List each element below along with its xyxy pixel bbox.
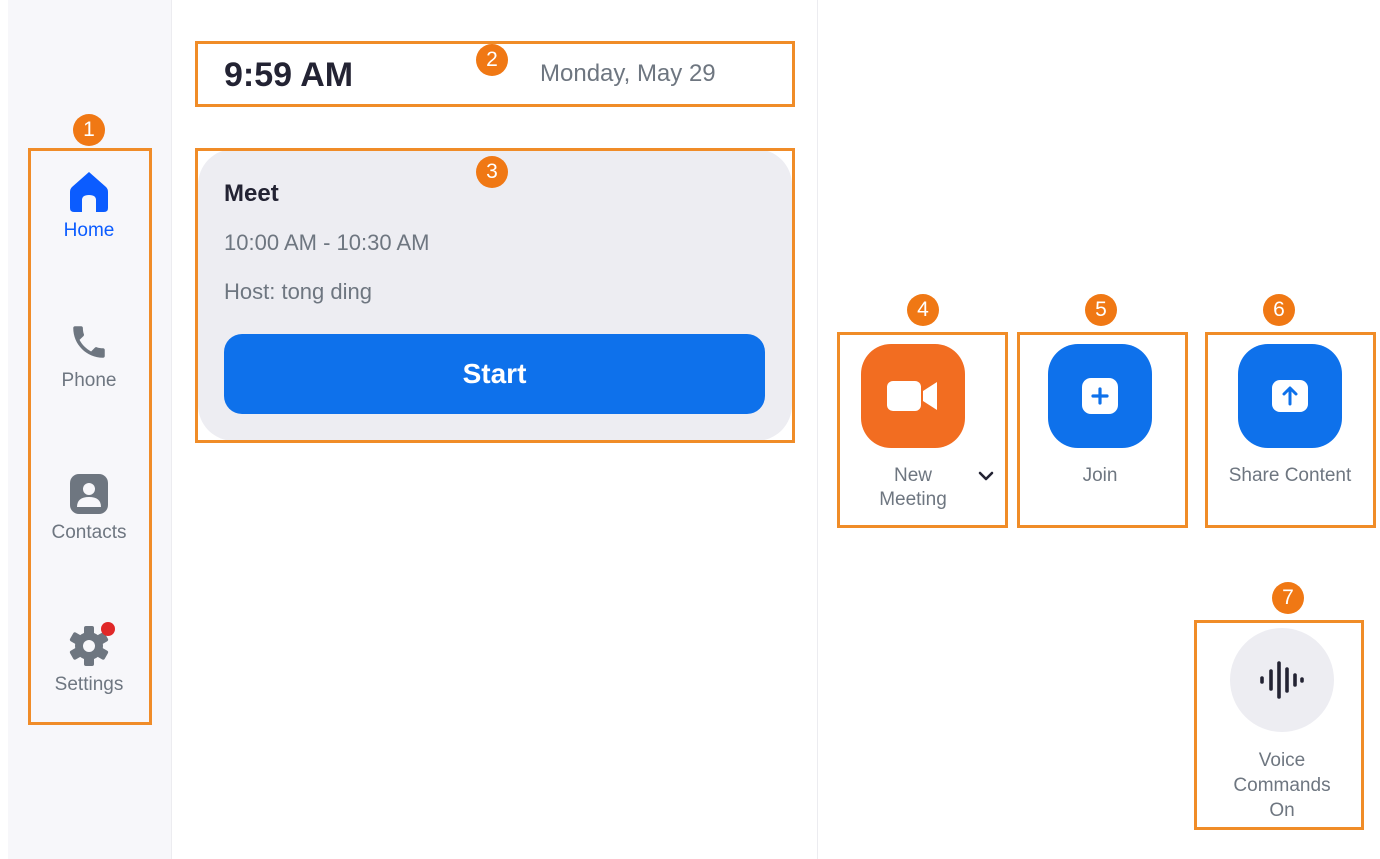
callout-badge-2: 2 — [476, 44, 508, 76]
share-content-button[interactable] — [1238, 344, 1342, 448]
callout-badge-4: 4 — [907, 294, 939, 326]
callout-badge-3: 3 — [476, 156, 508, 188]
sidebar-item-contacts[interactable]: Contacts — [30, 472, 148, 544]
video-camera-icon — [887, 381, 937, 411]
callout-badge-7: 7 — [1272, 582, 1304, 614]
sidebar-item-label: Phone — [61, 370, 117, 391]
voice-commands-label-line2: Commands — [1233, 775, 1331, 796]
join-label: Join — [1082, 465, 1118, 486]
current-date: Monday, May 29 — [540, 60, 716, 87]
new-meeting-button[interactable] — [861, 344, 965, 448]
meeting-title: Meet — [224, 180, 279, 207]
new-meeting-dropdown[interactable] — [976, 466, 998, 486]
callout-badge-6: 6 — [1263, 294, 1295, 326]
new-meeting-label: New Meeting — [861, 464, 965, 512]
meeting-time-range: 10:00 AM - 10:30 AM — [224, 230, 430, 255]
contacts-icon — [70, 474, 108, 514]
callout-badge-1: 1 — [73, 114, 105, 146]
share-content-label: Share Content — [1228, 465, 1352, 486]
callout-badge-5: 5 — [1085, 294, 1117, 326]
start-meeting-button[interactable]: Start — [224, 334, 765, 414]
home-icon — [70, 172, 108, 212]
panel-divider — [817, 0, 818, 859]
sidebar-item-phone[interactable]: Phone — [30, 320, 148, 392]
plus-icon — [1082, 378, 1118, 414]
voice-commands-label-line3: On — [1269, 800, 1295, 821]
phone-icon — [73, 326, 105, 358]
sidebar-item-label: Home — [63, 220, 115, 241]
sidebar-item-home[interactable]: Home — [30, 170, 148, 242]
join-button[interactable] — [1048, 344, 1152, 448]
upload-arrow-icon — [1272, 380, 1308, 412]
new-meeting-label-line2: Meeting — [879, 489, 947, 510]
current-time: 9:59 AM — [224, 56, 354, 94]
sidebar-item-label: Contacts — [51, 522, 127, 543]
voice-commands-label-line1: Voice — [1258, 750, 1306, 771]
voice-waveform-icon — [1260, 661, 1304, 699]
notification-dot — [101, 622, 115, 636]
meeting-host: Host: tong ding — [224, 279, 372, 304]
voice-commands-label: Voice Commands On — [1212, 748, 1352, 823]
chevron-down-icon — [978, 471, 994, 481]
sidebar-item-label: Settings — [54, 674, 124, 695]
sidebar-item-settings[interactable]: Settings — [30, 622, 148, 696]
new-meeting-label-line1: New — [893, 465, 932, 486]
voice-commands-button[interactable] — [1230, 628, 1334, 732]
